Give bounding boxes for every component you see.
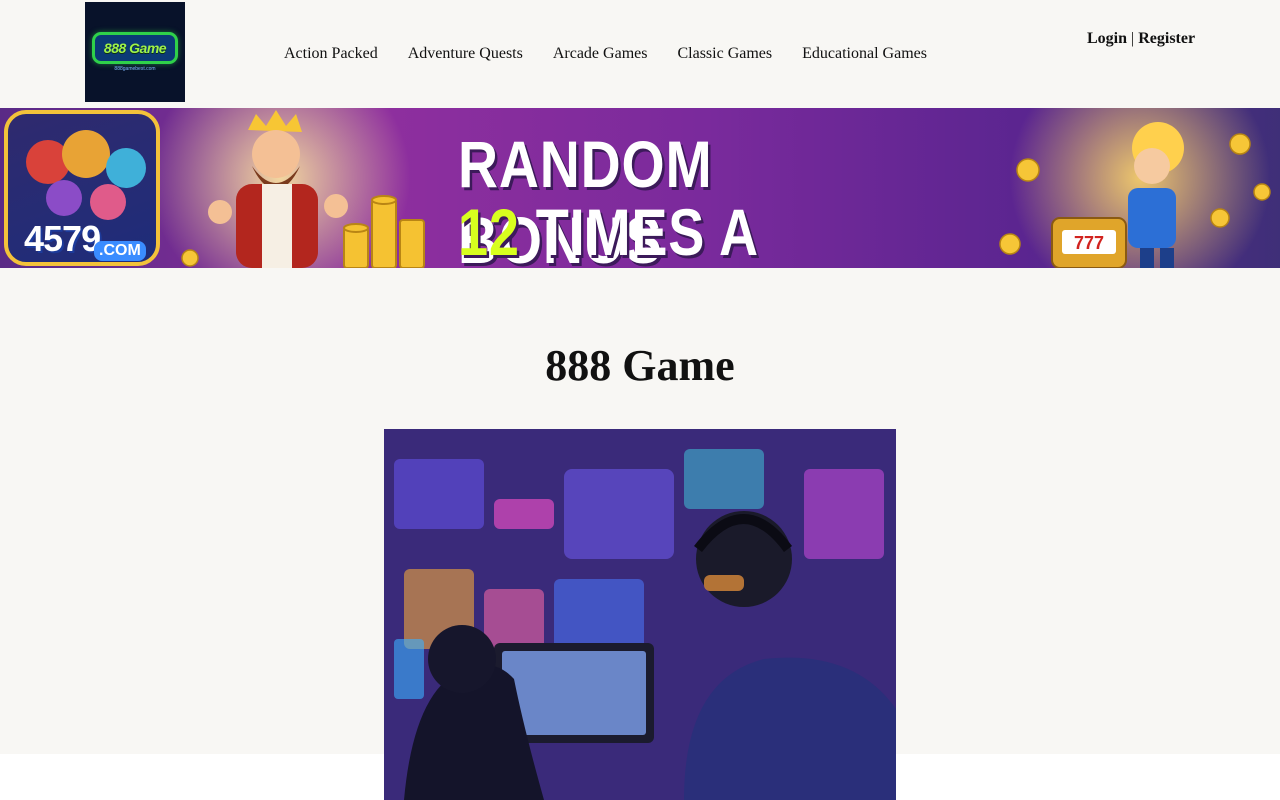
auth-links: Login | Register: [1087, 29, 1195, 49]
svg-text:777: 777: [1074, 233, 1104, 253]
logo-badge: 888 Game: [92, 32, 178, 64]
nav-link-educational-games[interactable]: Educational Games: [802, 44, 927, 64]
app-badge: 4579 .COM: [4, 110, 160, 266]
treasure-slot-machine: 777: [1051, 217, 1127, 268]
nav-link-action-packed[interactable]: Action Packed: [284, 44, 378, 64]
login-link[interactable]: Login: [1087, 30, 1127, 47]
badge-domain: .COM: [94, 241, 146, 261]
hero-image: [384, 429, 896, 800]
banner-subheadline: 12 TIMES A DAY: [458, 194, 835, 268]
banner-accent-number: 12: [458, 195, 520, 268]
register-link[interactable]: Register: [1138, 30, 1195, 47]
badge-number: 4579: [24, 218, 101, 259]
site-logo[interactable]: 888 Game 888gamebest.com: [85, 2, 185, 102]
nav-link-classic-games[interactable]: Classic Games: [677, 44, 772, 64]
hero-illustration: [384, 429, 896, 800]
logo-text: 888 Game: [103, 40, 167, 56]
nav-link-arcade-games[interactable]: Arcade Games: [553, 44, 648, 64]
nav-link-adventure-quests[interactable]: Adventure Quests: [408, 44, 523, 64]
auth-separator: |: [1131, 30, 1135, 47]
promo-banner[interactable]: 777 4579 .COM RANDOM BONUS 12 TIMES A DA…: [0, 108, 1280, 268]
page-title: 888 Game: [545, 341, 735, 390]
main-nav: Action Packed Adventure Quests Arcade Ga…: [284, 44, 927, 64]
logo-subtext: 888gamebest.com: [114, 66, 156, 72]
